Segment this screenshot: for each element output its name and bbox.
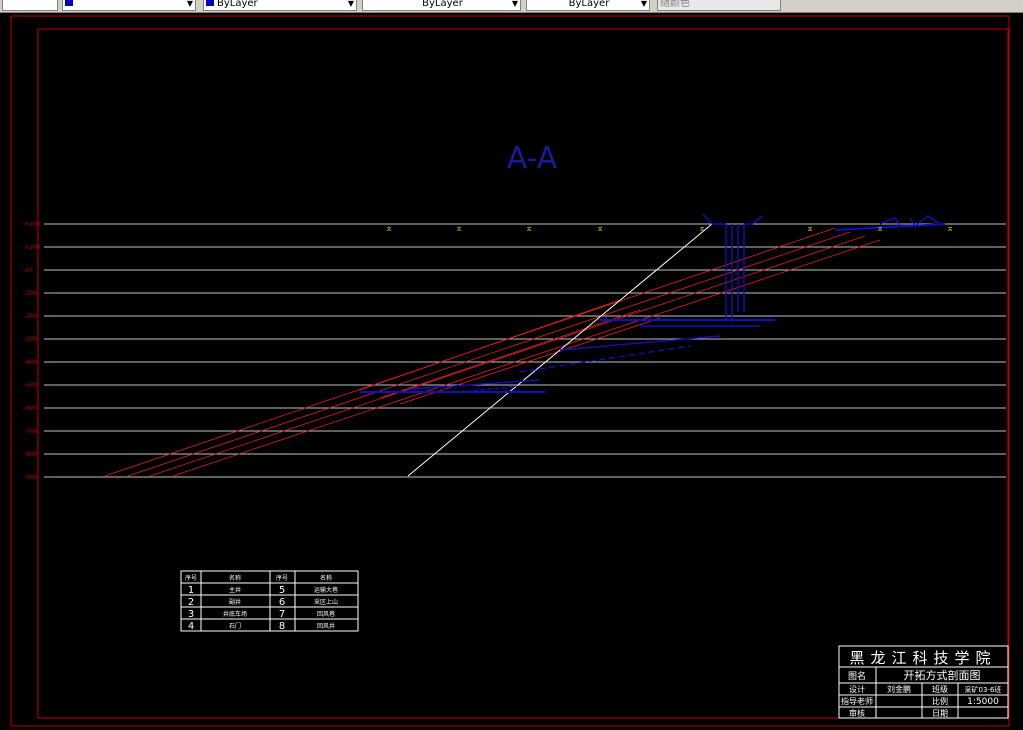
- legend-row3-name2: 回风巷: [317, 610, 335, 618]
- lineweight-dropdown[interactable]: ByLayer ▼: [526, 0, 650, 11]
- chevron-down-icon: ▼: [186, 0, 193, 8]
- coal-seams: [104, 227, 881, 477]
- level-label: ±0: [24, 267, 33, 274]
- school-name: 黑龙江科技学院: [849, 649, 996, 667]
- name-label: 图名: [848, 670, 866, 682]
- level-label: -900: [24, 474, 38, 481]
- level-label: +150: [24, 221, 41, 228]
- lineweight-value: ByLayer: [568, 0, 610, 9]
- legend-row2-no1: 2: [188, 597, 194, 608]
- layer-dropdown[interactable]: ▼: [62, 0, 196, 11]
- review-label: 审核: [849, 708, 865, 718]
- scale-label: 比例: [932, 696, 948, 706]
- chevron-down-icon: ▼: [347, 0, 354, 8]
- svg-text:⌅: ⌅: [806, 224, 814, 234]
- class-label: 班级: [932, 684, 948, 694]
- legend-row2-name2: 采区上山: [314, 598, 338, 606]
- legend-row3-no2: 7: [279, 609, 285, 620]
- legend-row3-name1: 井底车场: [223, 610, 247, 618]
- designer-name: 刘金鹏: [887, 684, 911, 694]
- legend-row3-no1: 3: [188, 609, 194, 620]
- drawing-name: 开拓方式剖面图: [904, 668, 981, 682]
- elevation-levels: +150 +100 ±0 -100 -200 -300 -400 -500 -600 -700 -8…: [24, 221, 1006, 481]
- linetype-dropdown[interactable]: ByLayer ▼: [362, 0, 521, 11]
- legend-row1-name2: 运输大巷: [314, 586, 338, 594]
- legend-row2-name1: 副井: [229, 598, 241, 606]
- legend-header-name2: 名称: [320, 574, 332, 582]
- color-dropdown[interactable]: ByLayer ▼: [203, 0, 357, 11]
- level-label: -400: [24, 359, 38, 366]
- chevron-down-icon: ▼: [511, 0, 518, 8]
- legend-row4-name2: 回风井: [317, 622, 335, 630]
- chevron-down-icon: ▼: [640, 0, 647, 8]
- legend-row1-name1: 主井: [229, 586, 241, 594]
- mine-workings: [360, 213, 946, 393]
- class-value: 采矿03-6班: [965, 685, 1002, 694]
- level-label: -700: [24, 428, 38, 435]
- advisor-label: 指导老师: [841, 696, 873, 706]
- svg-text:⌅: ⌅: [385, 224, 393, 234]
- legend-table: 序号 名称 序号 名称 1 主井 5 运输大巷 2 副井 6 采区上山 3 井底…: [180, 570, 359, 632]
- level-label: +100: [24, 244, 41, 251]
- level-label: -500: [24, 382, 38, 389]
- legend-row2-no2: 6: [279, 597, 285, 608]
- color-value: ByLayer: [217, 0, 258, 9]
- legend-row4-no2: 8: [279, 621, 285, 632]
- outer-frame: [10, 15, 1010, 727]
- legend-row4-no1: 4: [188, 621, 194, 632]
- section-title: A-A: [507, 141, 558, 176]
- svg-text:⌅: ⌅: [525, 224, 533, 234]
- level-label: -800: [24, 451, 38, 458]
- svg-text:⌅: ⌅: [455, 224, 463, 234]
- color-swatch-icon: [206, 0, 214, 6]
- level-label: -600: [24, 405, 38, 412]
- plotstyle-value: 随颜色: [660, 0, 690, 9]
- legend-row1-no2: 5: [279, 585, 285, 596]
- svg-text:⌅: ⌅: [946, 224, 954, 234]
- svg-text:⌅: ⌅: [698, 224, 706, 234]
- legend-header-no2: 序号: [276, 574, 288, 582]
- design-label: 设计: [849, 684, 865, 694]
- level-label: -300: [24, 336, 38, 343]
- linetype-value: ByLayer: [422, 0, 463, 9]
- legend-row1-no1: 1: [188, 585, 194, 596]
- level-label: -100: [24, 290, 38, 297]
- legend-header-name1: 名称: [229, 574, 241, 582]
- level-label: -200: [24, 313, 38, 320]
- layer-color-swatch-icon: [65, 0, 73, 6]
- plotstyle-dropdown[interactable]: 随颜色: [657, 0, 781, 11]
- date-label: 日期: [932, 709, 948, 718]
- legend-header-no1: 序号: [185, 574, 197, 582]
- layer-state-box[interactable]: [2, 0, 58, 11]
- drawing-canvas[interactable]: A-A +150 +100 ±0 -100 -200 -300 -400 -500 -600 -7…: [0, 12, 1023, 730]
- inner-frame: [37, 28, 1009, 719]
- svg-text:⌅: ⌅: [596, 224, 604, 234]
- scale-value: 1:5000: [967, 697, 999, 707]
- legend-row4-name1: 石门: [229, 622, 241, 630]
- svg-text:⌅: ⌅: [876, 224, 884, 234]
